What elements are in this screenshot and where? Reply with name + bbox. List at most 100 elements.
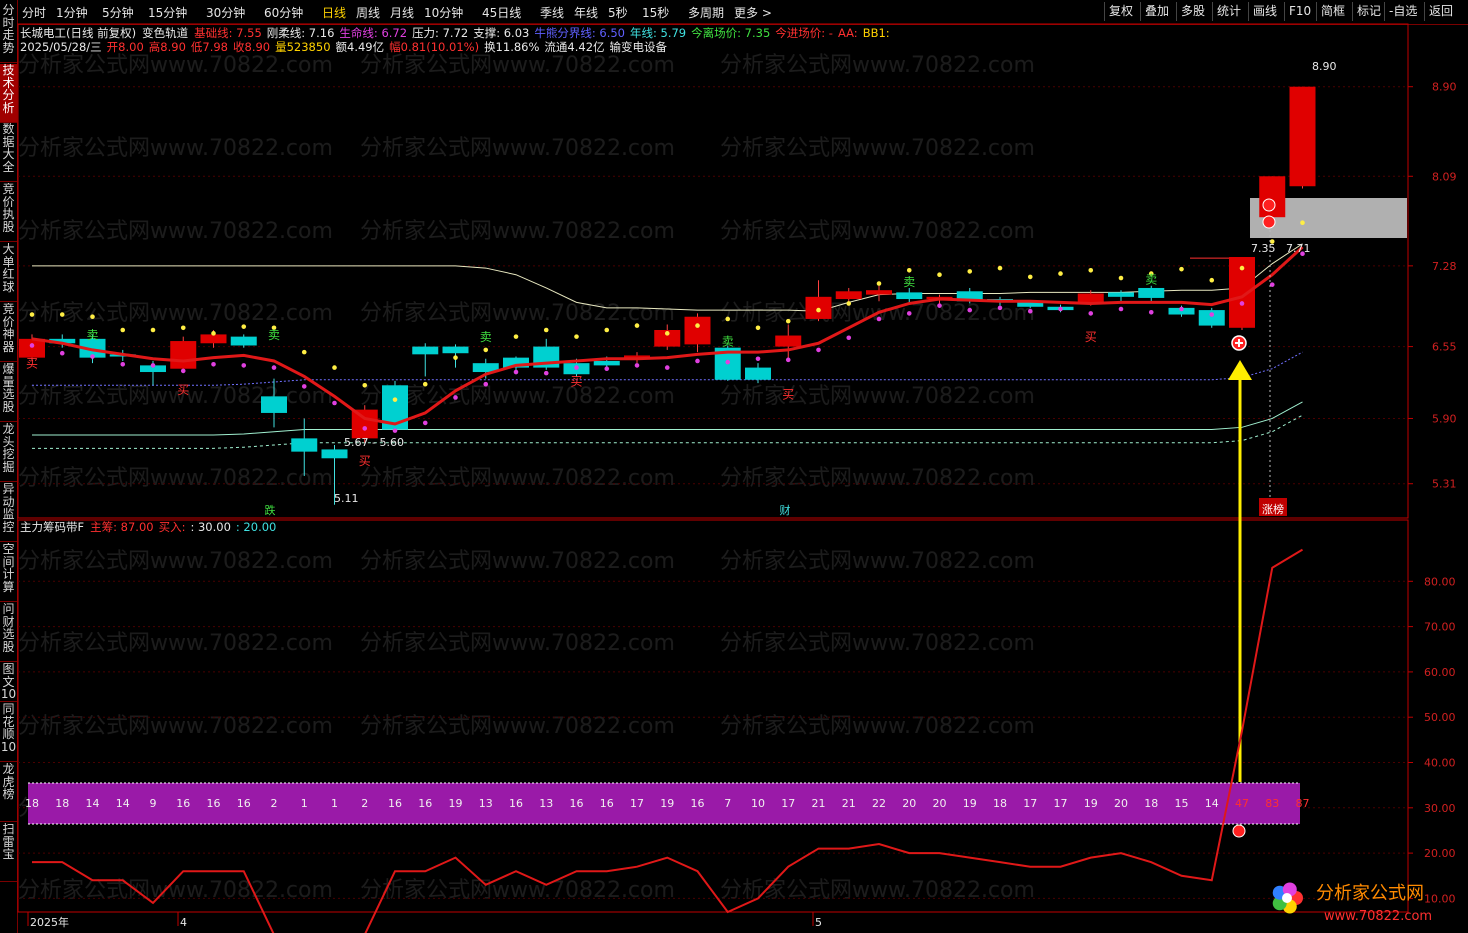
signal-dot <box>1027 308 1033 314</box>
chip-value-label: 18 <box>25 797 39 810</box>
price-tick-label: 6.55 <box>1432 341 1457 354</box>
signal-dot <box>29 312 35 317</box>
sell-signal-label: 卖 <box>480 330 492 344</box>
signal-dot <box>241 363 247 368</box>
signal-dot <box>846 301 852 306</box>
watermark-text: 分析家公式网www.70822.com <box>720 466 1035 491</box>
stock-chart[interactable]: 分析家公式网www.70822.com 分析家公式网www.70822.com 分析… <box>0 0 1468 933</box>
header-value: : 30.00 <box>190 520 231 534</box>
signal-dot <box>301 349 307 355</box>
candle-body <box>412 346 439 355</box>
watermark-text: 分析家公式网www.70822.com <box>18 53 333 78</box>
candle-body <box>200 334 227 344</box>
lower-dashed-line <box>32 414 1303 449</box>
signal-dot <box>937 303 942 308</box>
watermark-text: 分析家公式网www.70822.com <box>18 631 333 656</box>
signal-dot <box>785 318 791 324</box>
watermark-text: 分析家公式网www.70822.com <box>720 549 1035 574</box>
sell-signal-label: 卖 <box>1145 273 1157 287</box>
candle-body <box>1138 287 1165 298</box>
chip-value-label: 16 <box>600 797 614 810</box>
signal-dot <box>483 381 489 387</box>
candle-body <box>230 336 257 346</box>
main-chip-line <box>32 548 1304 933</box>
header-value: 今进场价: - <box>775 26 833 40</box>
signal-dot <box>332 400 337 406</box>
header-value: : 20.00 <box>235 520 277 534</box>
header-value: 低7.98 <box>190 40 228 54</box>
indicator-name[interactable]: 变色轨道 <box>142 26 188 40</box>
signal-dot <box>1179 306 1184 312</box>
signal-dot <box>1269 282 1275 287</box>
candle-body <box>896 292 923 300</box>
header-value: 流通4.42亿 <box>544 40 605 54</box>
watermark-text: 分析家公式网www.70822.com <box>720 136 1035 161</box>
header-value: 买入: <box>158 520 186 534</box>
signal-dot <box>59 312 65 317</box>
sell-signal-label: 卖 <box>722 334 734 348</box>
sub-tick-label: 70.00 <box>1424 621 1456 634</box>
chip-value-label: 21 <box>842 797 856 810</box>
signal-dot <box>513 334 519 339</box>
signal-dot <box>937 272 942 278</box>
signal-dot <box>574 334 579 339</box>
logo-url: www.70822.com <box>1324 909 1432 924</box>
signal-dot <box>483 347 489 353</box>
watermark-text: 分析家公式网www.70822.com <box>360 301 675 326</box>
watermark-text: 分析家公式网www.70822.com <box>720 219 1035 244</box>
signal-dot <box>785 357 791 363</box>
event-marker-label: 跌 <box>265 503 276 517</box>
chip-value-label: 7 <box>724 797 731 810</box>
chip-value-label: 19 <box>449 797 463 810</box>
sell-signal-label: 卖 <box>268 328 280 342</box>
chip-value-label: 20 <box>902 797 916 810</box>
chip-value-label: 20 <box>933 797 947 810</box>
header-value: 收8.90 <box>233 40 271 54</box>
watermark-text: 分析家公式网www.70822.com <box>18 878 333 903</box>
sub-tick-label: 10.00 <box>1424 892 1456 905</box>
sub-indicator-name[interactable]: 主力筹码带F <box>20 520 84 534</box>
chip-value-label: 13 <box>479 797 493 810</box>
signal-dot <box>392 397 398 402</box>
buy-signal-label: 买 <box>359 454 371 468</box>
signal-dot <box>453 395 458 400</box>
logo-name: 分析家公式网 <box>1316 883 1424 904</box>
chip-value-label: 18 <box>1144 797 1158 810</box>
chip-value-label: 16 <box>207 797 221 810</box>
signal-dot <box>997 305 1003 311</box>
candle-body <box>170 341 197 369</box>
chip-value-label: 16 <box>570 797 584 810</box>
header-value: 换11.86% <box>484 40 540 54</box>
watermark-text: 分析家公式网www.70822.com <box>720 714 1035 739</box>
price-tick-label: 8.09 <box>1432 170 1457 183</box>
watermark-text: 分析家公式网www.70822.com <box>18 219 333 244</box>
candle-body <box>1259 176 1286 218</box>
signal-dot <box>180 325 186 331</box>
signal-dot <box>574 365 579 370</box>
chip-value-label: 14 <box>86 797 100 810</box>
header-value: 生命线: 6.72 <box>339 26 408 40</box>
candle-body <box>1108 292 1134 297</box>
buy-signal-label: 买 <box>570 374 582 388</box>
chip-value-label: 21 <box>812 797 826 810</box>
header-value: 年线: 5.79 <box>629 26 687 40</box>
brand-logo <box>1272 882 1303 914</box>
chip-value-label: 18 <box>993 797 1007 810</box>
candle-body <box>866 290 892 295</box>
header-value: 开8.00 <box>106 40 144 54</box>
candle-body <box>351 409 378 439</box>
candle-body <box>442 346 469 354</box>
price-tick-label: 7.28 <box>1432 260 1457 273</box>
sub-chart-header: 主力筹码带F 主筹: 87.00 买入:: 30.00: 20.00 <box>20 519 281 535</box>
chip-value-label: 16 <box>418 797 432 810</box>
signal-dot <box>604 327 610 333</box>
chip-value-label: 17 <box>781 797 795 810</box>
logo-center-icon <box>1282 893 1292 903</box>
chip-value-label: 20 <box>1114 797 1128 810</box>
chip-value-label: 18 <box>55 797 69 810</box>
header-value: 额4.49亿 <box>335 40 385 54</box>
main-panel-frame <box>17 23 1409 519</box>
signal-dot <box>604 366 610 372</box>
signal-dot <box>1209 312 1215 317</box>
candle-body <box>1289 86 1316 187</box>
